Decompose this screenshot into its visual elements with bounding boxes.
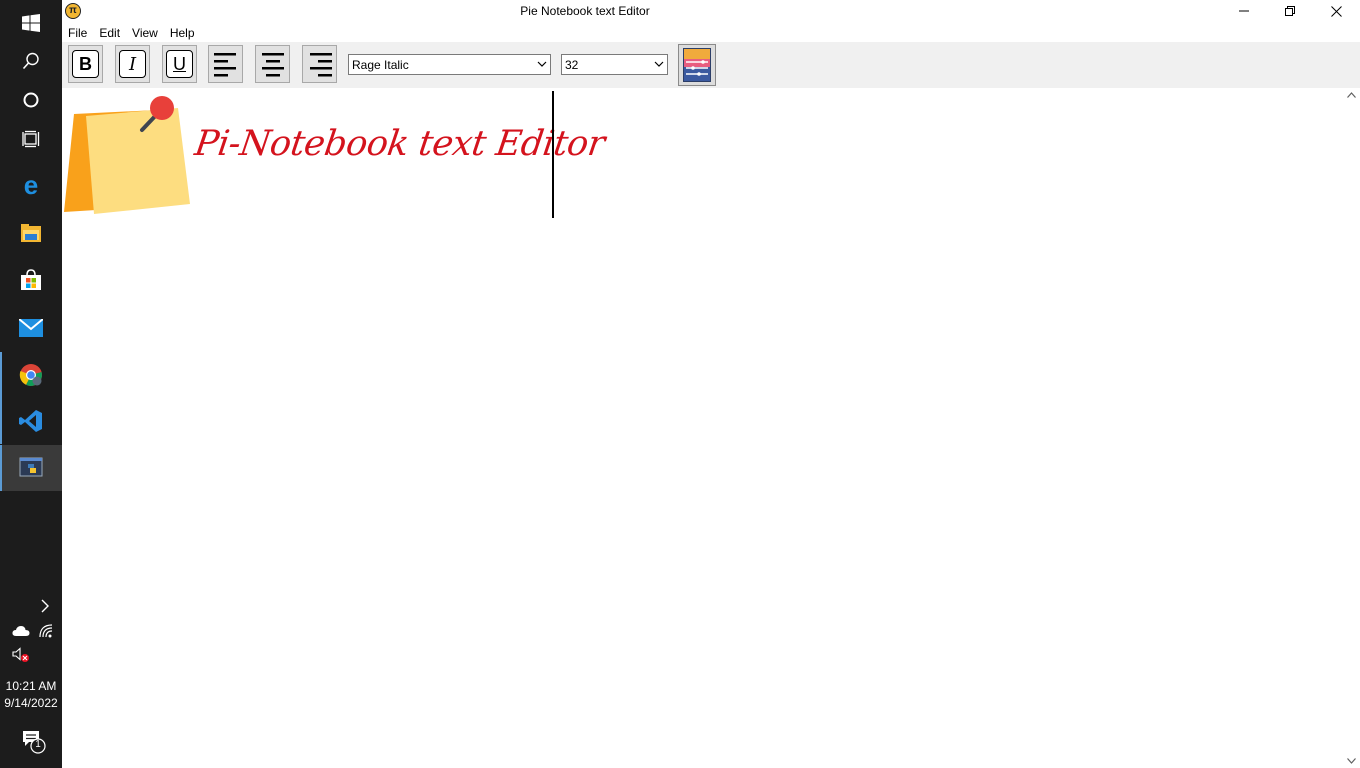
text-editor-area[interactable] — [62, 88, 1343, 768]
align-center-button[interactable] — [255, 45, 290, 83]
align-center-icon — [261, 53, 284, 77]
svg-text:e: e — [24, 175, 38, 197]
underline-button[interactable]: U — [162, 45, 197, 83]
clock-time: 10:21 AM — [5, 679, 57, 693]
volume-muted-icon — [12, 647, 29, 662]
align-right-icon — [309, 53, 332, 77]
mail-button[interactable] — [0, 305, 62, 351]
minimize-button[interactable] — [1221, 0, 1267, 22]
clock-date: 9/14/2022 — [4, 696, 58, 710]
scroll-up-icon[interactable] — [1347, 92, 1356, 98]
clock[interactable]: 10:21 AM 9/14/2022 — [0, 678, 62, 712]
font-family-value: Rage Italic — [352, 58, 409, 72]
text-caret — [552, 91, 554, 218]
python-app-icon — [19, 457, 43, 477]
action-center-button[interactable]: 1 — [22, 729, 46, 760]
task-view-icon — [22, 130, 40, 148]
scroll-down-icon[interactable] — [1347, 758, 1356, 764]
chevron-down-icon — [654, 61, 664, 67]
color-palette-icon — [683, 48, 711, 82]
restore-button[interactable] — [1267, 0, 1313, 22]
underline-label: U — [166, 50, 193, 78]
font-size-value: 32 — [565, 58, 579, 72]
chevron-right-icon — [41, 599, 49, 613]
menu-view[interactable]: View — [126, 22, 164, 42]
align-left-button[interactable] — [208, 45, 243, 83]
notification-count: 1 — [35, 739, 41, 750]
italic-label: I — [119, 50, 146, 78]
app-window: π Pie Notebook text Editor File Edit Vie… — [62, 0, 1360, 768]
title-bar[interactable]: π Pie Notebook text Editor — [62, 0, 1360, 22]
wifi-icon — [39, 624, 53, 638]
store-button[interactable] — [0, 257, 62, 303]
vertical-scrollbar[interactable] — [1343, 88, 1360, 768]
edge-icon: e — [24, 175, 38, 197]
chrome-button[interactable] — [0, 352, 62, 398]
file-explorer-button[interactable] — [0, 210, 62, 256]
store-icon — [21, 269, 41, 290]
sticky-note-pin-icon — [64, 96, 190, 214]
vscode-button[interactable] — [0, 398, 62, 444]
toolbar: B I U Rage Italic 32 — [62, 42, 1360, 88]
bold-button[interactable]: B — [68, 45, 103, 83]
mail-icon — [19, 319, 43, 337]
window-title: Pie Notebook text Editor — [520, 4, 650, 18]
cortana-icon — [23, 92, 39, 108]
align-right-button[interactable] — [302, 45, 337, 83]
network-tray[interactable] — [38, 623, 54, 644]
menu-edit[interactable]: Edit — [93, 22, 126, 42]
search-icon — [22, 52, 39, 70]
close-button[interactable] — [1313, 0, 1359, 22]
cloud-icon — [12, 626, 30, 636]
taskbar: e 10:21 AM 9/14/2022 1 — [0, 0, 62, 768]
bold-label: B — [72, 50, 99, 78]
python-app-button[interactable] — [0, 445, 62, 491]
edge-button[interactable]: e — [0, 163, 62, 209]
chrome-icon — [19, 364, 42, 386]
font-family-select[interactable]: Rage Italic — [348, 54, 551, 75]
menu-file[interactable]: File — [62, 22, 93, 42]
editor-content: Pi-Notebook text Editor — [192, 124, 607, 164]
file-explorer-icon — [21, 224, 41, 242]
restore-icon — [1285, 6, 1295, 16]
menu-help[interactable]: Help — [164, 22, 201, 42]
menu-bar: File Edit View Help — [62, 22, 1360, 42]
vscode-icon — [19, 410, 42, 432]
minimize-icon — [1239, 10, 1249, 12]
italic-button[interactable]: I — [115, 45, 150, 83]
volume-tray[interactable] — [12, 647, 30, 668]
text-color-button[interactable] — [678, 44, 716, 86]
align-left-icon — [213, 53, 236, 77]
chevron-down-icon — [537, 61, 547, 67]
windows-start-icon — [22, 14, 40, 32]
onedrive-tray[interactable] — [12, 624, 30, 642]
close-icon — [1330, 5, 1342, 17]
font-size-select[interactable]: 32 — [561, 54, 668, 75]
task-view-button[interactable] — [0, 116, 62, 162]
